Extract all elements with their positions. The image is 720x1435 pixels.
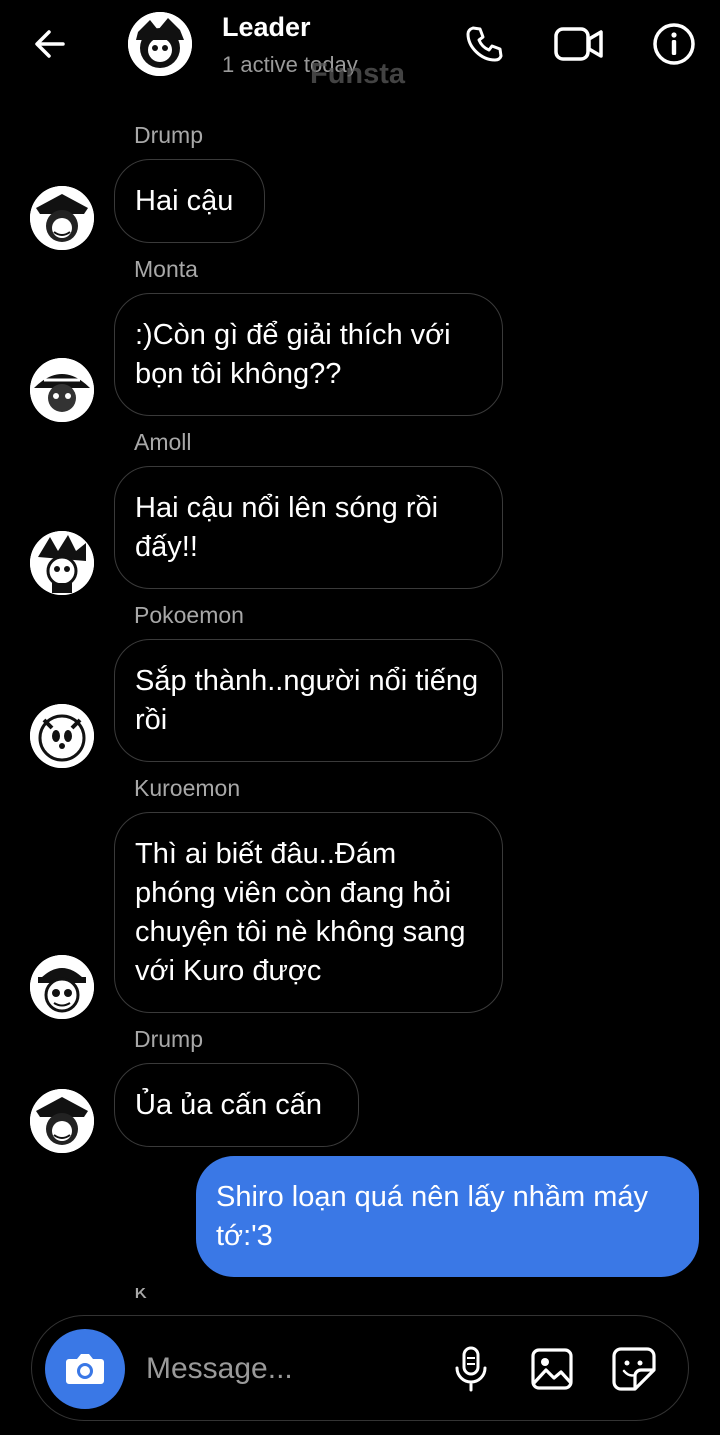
- group-avatar[interactable]: [128, 12, 192, 76]
- message-input[interactable]: [144, 1344, 438, 1394]
- chat-title[interactable]: Leader: [222, 12, 311, 43]
- message-text: Ủa ủa cấn cấn: [135, 1088, 323, 1121]
- avatar[interactable]: [30, 531, 94, 595]
- avatar[interactable]: [30, 1089, 94, 1153]
- message-bubble[interactable]: Hai cậu: [114, 159, 265, 243]
- sender-name: Kuroemon: [134, 775, 241, 801]
- avatar[interactable]: [30, 358, 94, 422]
- phone-icon[interactable]: [458, 18, 510, 70]
- outgoing-message-bubble[interactable]: Shiro loạn quá nên lấy nhầm máy tớ:'3: [196, 1156, 699, 1277]
- avatar[interactable]: [30, 955, 94, 1019]
- message-text: :)Còn gì để giải thích với bọn tôi không…: [135, 318, 451, 390]
- microphone-icon[interactable]: [446, 1344, 496, 1394]
- message-text: Shiro loạn quá nên lấy nhầm máy tớ:'3: [216, 1180, 649, 1252]
- message-text: Hai cậu nổi lên sóng rồi đấy!!: [135, 491, 439, 563]
- sender-name-peek: K: [134, 1288, 154, 1298]
- sender-name: Pokoemon: [134, 602, 244, 628]
- message-text: Hai cậu: [135, 184, 234, 217]
- sender-name: Drump: [134, 122, 204, 148]
- gallery-icon[interactable]: [527, 1344, 577, 1394]
- chat-header: Leader 1 active today Funsta: [0, 0, 720, 110]
- video-camera-icon[interactable]: [553, 18, 605, 70]
- message-bubble[interactable]: Sắp thành..người nổi tiếng rồi: [114, 639, 503, 762]
- message-bubble[interactable]: Hai cậu nổi lên sóng rồi đấy!!: [114, 466, 503, 589]
- sender-name: Monta: [134, 256, 198, 282]
- avatar[interactable]: [30, 186, 94, 250]
- message-composer: [31, 1315, 689, 1421]
- sender-name: Drump: [134, 1026, 204, 1052]
- back-arrow-icon[interactable]: [26, 20, 74, 68]
- message-text: Sắp thành..người nổi tiếng rồi: [135, 664, 479, 736]
- message-bubble[interactable]: Thì ai biết đâu..Đám phóng viên còn đang…: [114, 812, 503, 1013]
- info-icon[interactable]: [648, 18, 700, 70]
- watermark: Funsta: [310, 58, 406, 90]
- avatar[interactable]: [30, 704, 94, 768]
- message-bubble[interactable]: Ủa ủa cấn cấn: [114, 1063, 359, 1147]
- camera-icon[interactable]: [45, 1329, 125, 1409]
- sticker-icon[interactable]: [609, 1344, 659, 1394]
- message-text: Thì ai biết đâu..Đám phóng viên còn đang…: [135, 837, 466, 987]
- sender-name: Amoll: [134, 429, 192, 455]
- message-bubble[interactable]: :)Còn gì để giải thích với bọn tôi không…: [114, 293, 503, 416]
